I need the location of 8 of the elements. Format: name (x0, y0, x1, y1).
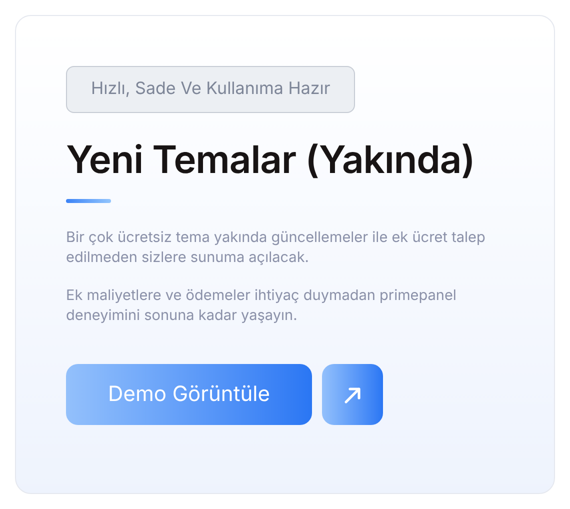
description-text: Bir çok ücretsiz tema yakında güncellemeler ile ek ücret talep edilmeden sizlere sunuma açılacak. (66, 228, 486, 268)
external-link-button[interactable] (322, 364, 383, 425)
heading: Yeni Temalar (Yakında) (66, 137, 475, 183)
accent-bar (66, 199, 111, 203)
tagline-badge: Hızlı, Sade Ve Kullanıma Hazır (66, 66, 356, 113)
description-text: Ek maliyetlere ve ödemeler ihtiyaç duymadan primepanel deneyimini sonuna kadar yaşayın. (66, 286, 458, 326)
demo-button[interactable]: Demo Görüntüle (66, 364, 312, 425)
arrow-up-right-icon (342, 384, 362, 404)
